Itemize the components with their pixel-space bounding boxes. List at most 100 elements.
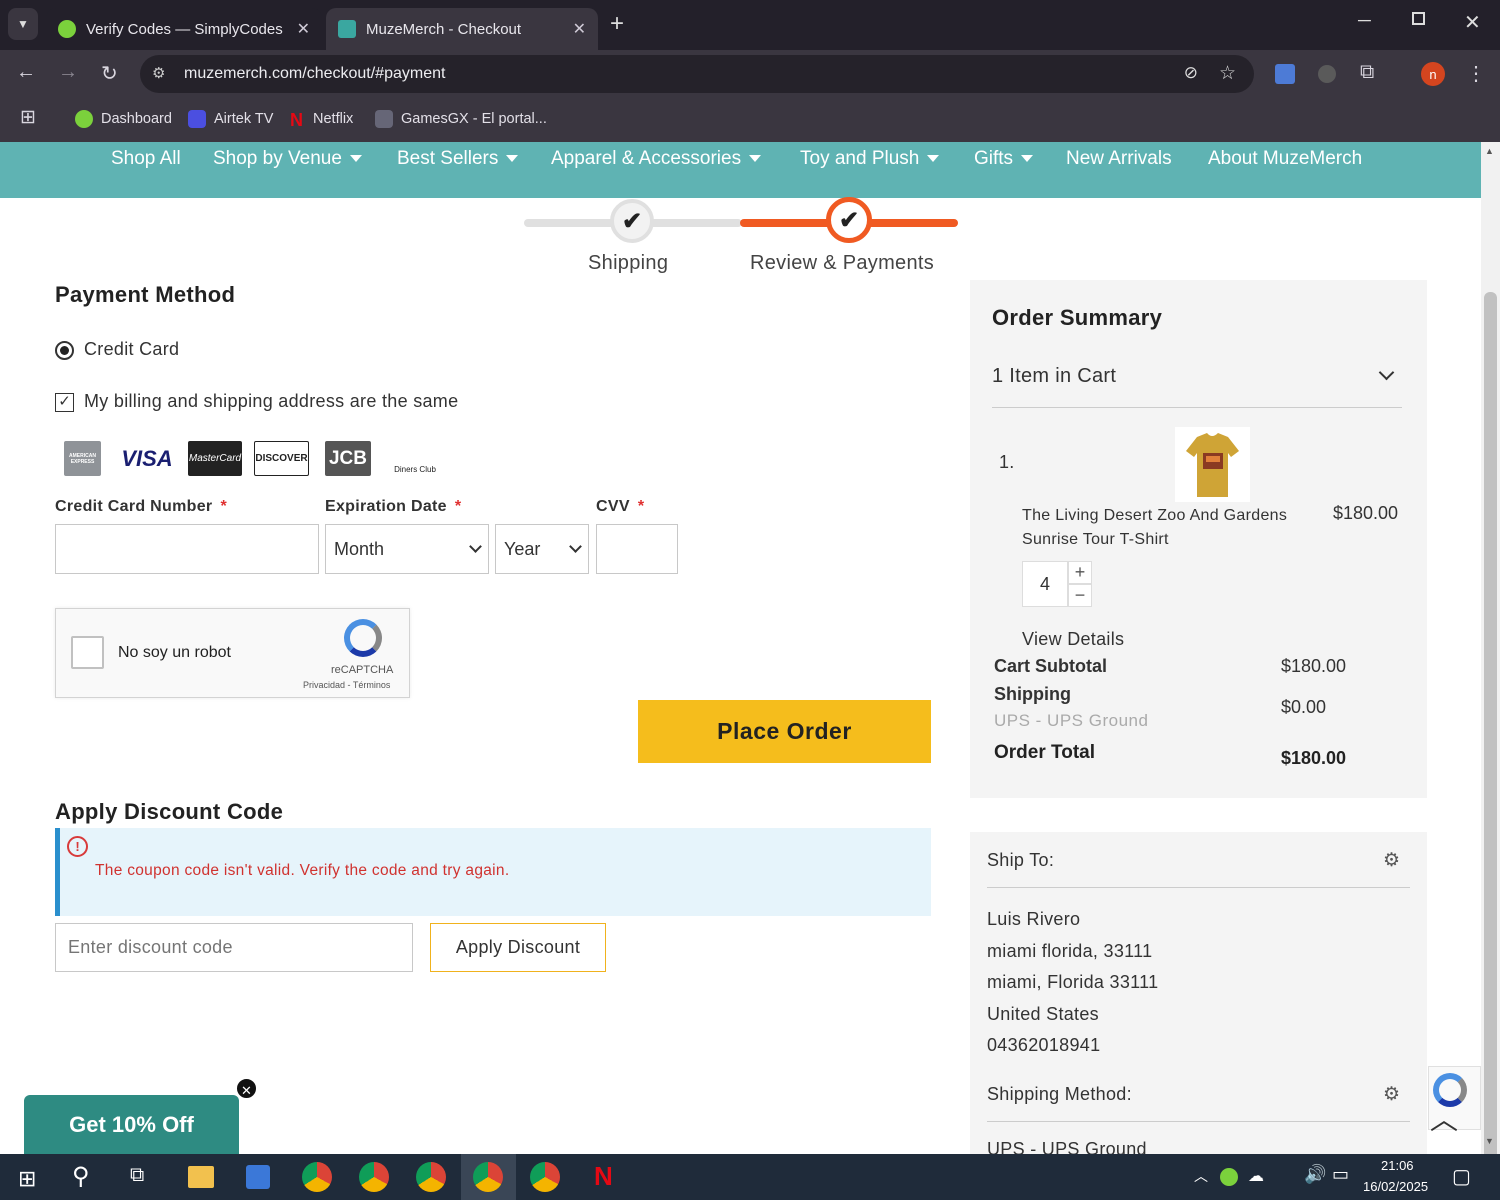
gear-icon[interactable]: ⚙ — [1383, 849, 1400, 872]
chrome-icon[interactable] — [416, 1162, 446, 1192]
item-name[interactable]: The Living Desert Zoo And Gardens Sunrise… — [1022, 504, 1287, 552]
same-address-label[interactable]: My billing and shipping address are the … — [84, 391, 458, 412]
address-bar[interactable]: ⚙ muzemerch.com/checkout/#payment ⊘ ☆ — [140, 55, 1254, 93]
clock-date[interactable]: 16/02/2025 — [1363, 1179, 1428, 1194]
mastercard-icon: MasterCard — [188, 441, 242, 476]
extension-icon[interactable] — [1318, 65, 1336, 83]
eye-off-icon[interactable]: ⊘ — [1184, 63, 1198, 83]
gear-icon[interactable]: ⚙ — [1383, 1083, 1400, 1106]
plus-icon: + — [1074, 562, 1086, 582]
extensions-icon[interactable]: ⧉ — [1360, 61, 1374, 84]
onedrive-icon[interactable]: ☁ — [1248, 1166, 1264, 1186]
bookmark-star-icon[interactable]: ☆ — [1219, 62, 1236, 85]
notifications-icon[interactable]: ▢ — [1452, 1164, 1471, 1189]
cvv-input[interactable] — [596, 524, 678, 574]
ship-to-header: Ship To: ⚙ — [987, 850, 1410, 888]
qty-input[interactable]: 4 — [1022, 561, 1068, 607]
qty-decrement[interactable]: − — [1068, 584, 1092, 607]
nav-apparel[interactable]: Apparel & Accessories — [551, 148, 762, 170]
nav-new-arrivals[interactable]: New Arrivals — [1066, 148, 1172, 170]
bookmark-netflix[interactable]: N Netflix — [290, 108, 353, 130]
chrome-icon[interactable] — [302, 1162, 332, 1192]
cart-toggle[interactable]: 1 Item in Cart — [992, 364, 1402, 408]
cc-number-input[interactable] — [55, 524, 319, 574]
windows-start-icon[interactable]: ⊞ — [18, 1166, 36, 1192]
credit-card-radio[interactable] — [55, 341, 74, 360]
cvv-label: CVV * — [596, 498, 645, 515]
step-shipping-label[interactable]: Shipping — [588, 252, 668, 275]
cart-count: 1 Item in Cart — [992, 365, 1117, 387]
more-menu-icon[interactable]: ⋮ — [1466, 61, 1486, 86]
month-select[interactable]: Month — [325, 524, 489, 574]
scroll-thumb[interactable] — [1484, 292, 1497, 1182]
shipping-method-text: UPS - UPS Ground — [994, 711, 1149, 730]
site-info-icon[interactable]: ⚙ — [152, 64, 165, 82]
nav-shop-by-venue[interactable]: Shop by Venue — [213, 148, 362, 170]
scroll-down-arrow[interactable]: ▼ — [1485, 1136, 1494, 1146]
search-icon[interactable]: ⚲ — [72, 1162, 90, 1191]
order-summary-title: Order Summary — [992, 305, 1163, 330]
volume-icon[interactable]: 🔊 — [1304, 1164, 1326, 1185]
window-close-button[interactable]: ✕ — [1464, 10, 1481, 35]
task-view-icon[interactable]: ⧉ — [130, 1164, 144, 1187]
nav-toy-plush[interactable]: Toy and Plush — [800, 148, 940, 170]
discover-icon: DISCOVER — [254, 441, 309, 476]
netflix-icon: N — [290, 110, 303, 130]
close-icon[interactable]: ✕ — [573, 19, 586, 39]
chrome-icon[interactable] — [530, 1162, 560, 1192]
bookmark-airtek[interactable]: Airtek TV — [188, 108, 273, 130]
restore-button[interactable] — [1412, 12, 1425, 25]
nav-about[interactable]: About MuzeMerch — [1208, 148, 1362, 170]
nav-shop-all[interactable]: Shop All — [111, 148, 181, 170]
reload-icon[interactable]: ↻ — [101, 61, 118, 86]
tray-app-icon[interactable] — [1220, 1168, 1238, 1186]
store-icon[interactable] — [246, 1165, 270, 1189]
recaptcha-widget: No soy un robot reCAPTCHA Privacidad - T… — [55, 608, 410, 698]
forward-icon[interactable]: → — [58, 61, 78, 84]
same-address-checkbox[interactable]: ✓ — [55, 393, 74, 412]
simplycodes-icon — [58, 20, 76, 38]
nav-gifts[interactable]: Gifts — [974, 148, 1034, 170]
page-scrollbar[interactable]: ▲ ▼ — [1481, 142, 1500, 1182]
nav-best-sellers[interactable]: Best Sellers — [397, 148, 519, 170]
netflix-icon[interactable]: N — [594, 1161, 613, 1192]
view-details-link[interactable]: View Details — [1022, 629, 1124, 650]
scroll-up-arrow[interactable]: ▲ — [1485, 146, 1494, 156]
recaptcha-checkbox[interactable] — [71, 636, 104, 669]
qty-increment[interactable]: + — [1068, 561, 1092, 584]
check-icon: ✔ — [621, 207, 643, 235]
back-to-top-button[interactable]: ︿ — [1430, 1098, 1458, 1138]
credit-card-label[interactable]: Credit Card — [84, 339, 179, 360]
item-index: 1. — [999, 452, 1015, 472]
chrome-icon[interactable] — [359, 1162, 389, 1192]
tab-simplycodes[interactable]: Verify Codes — SimplyCodes ✕ — [46, 8, 322, 50]
file-explorer-icon[interactable] — [188, 1166, 214, 1188]
tray-chevron-icon[interactable]: ︿ — [1194, 1166, 1208, 1186]
tab-search-button[interactable]: ▼ — [8, 8, 38, 40]
recaptcha-links[interactable]: Privacidad - Términos — [303, 680, 390, 690]
back-icon[interactable]: ← — [16, 61, 36, 84]
clock-time[interactable]: 21:06 — [1381, 1158, 1414, 1173]
promo-close-button[interactable]: ✕ — [235, 1077, 258, 1100]
promo-banner[interactable]: Get 10% Off — [24, 1095, 239, 1154]
jcb-icon: JCB — [325, 441, 371, 476]
apps-grid-icon[interactable]: ⊞ — [20, 106, 36, 129]
chrome-icon[interactable] — [473, 1162, 503, 1192]
close-icon[interactable]: ✕ — [297, 19, 310, 39]
place-order-button[interactable]: Place Order — [638, 700, 931, 763]
apply-discount-button[interactable]: Apply Discount — [430, 923, 606, 972]
step-shipping-marker: ✔ — [610, 199, 654, 243]
bookmark-dashboard[interactable]: Dashboard — [75, 108, 172, 130]
network-icon[interactable]: ▭ — [1332, 1164, 1349, 1185]
translate-icon[interactable] — [1275, 64, 1295, 84]
tab-muzemerch[interactable]: MuzeMerch - Checkout ✕ — [326, 8, 598, 50]
bookmark-gamesgx[interactable]: GamesGX - El portal... — [375, 108, 547, 130]
product-image[interactable] — [1175, 427, 1250, 502]
new-tab-button[interactable]: + — [610, 10, 624, 38]
profile-avatar[interactable]: n — [1421, 62, 1445, 86]
discount-code-input[interactable] — [55, 923, 413, 972]
minimize-button[interactable]: ─ — [1358, 10, 1371, 31]
caret-down-icon — [349, 155, 362, 163]
year-select[interactable]: Year — [495, 524, 589, 574]
order-total-label: Order Total — [994, 742, 1095, 763]
